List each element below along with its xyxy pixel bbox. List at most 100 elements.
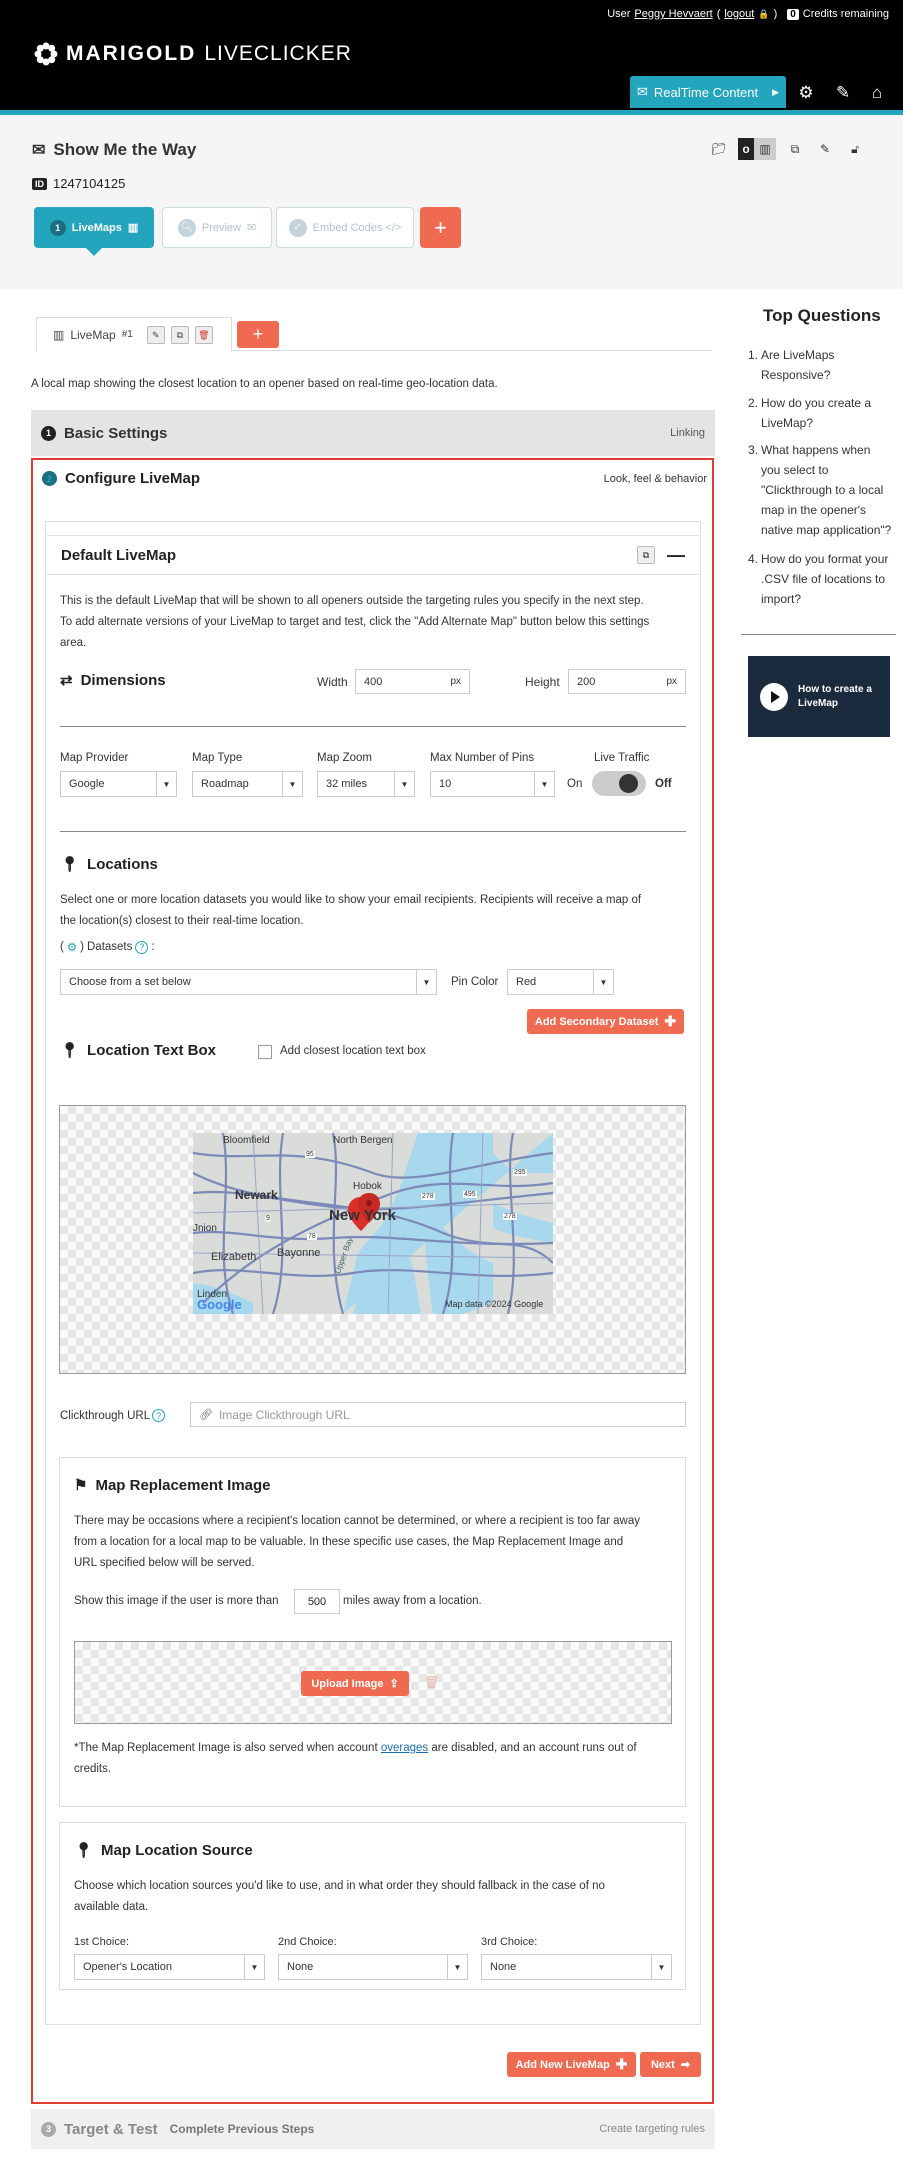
location-text-box-heading: 📍︎ Location Text Box [60,1041,216,1060]
width-value: 400 [364,675,383,688]
step-embed-codes[interactable]: ✓ Embed Codes </> [276,207,414,248]
faq-item[interactable]: 3. What happens when you select to "Clickt… [748,440,898,540]
logo: MARIGOLD LIVECLICKER [34,42,352,66]
section-target-test[interactable]: 3 Target & Test Complete Previous Steps Cr… [31,2109,715,2149]
logout-link[interactable]: logout [724,8,754,20]
map-zoom-value: 32 miles [326,778,367,790]
video-title: How to create a [798,683,872,695]
desc-line: URL specified below will be served. [74,1557,255,1569]
realtime-content-button[interactable]: ✉ RealTime Content ▶ [630,76,786,108]
intro-line: To add alternate versions of your LiveMa… [60,616,650,628]
section-basic-settings[interactable]: 1 Basic Settings Linking [31,410,715,456]
outline-toggle[interactable]: o [738,138,754,160]
home-icon[interactable]: ⌂ [866,82,888,104]
faq-item[interactable]: 4. How do you format your .CSV file of lo… [748,549,898,609]
help-icon[interactable]: ? [135,940,149,954]
folder-icon[interactable]: 📁︎ [708,138,730,160]
third-choice-label: 3rd Choice: [481,1936,538,1948]
default-livemap-header: Default LiveMap ⧉ — [47,535,699,575]
plus-icon: ✚ [615,2056,628,2072]
stats-icon[interactable]: ▥ [754,138,776,160]
max-pins-select[interactable]: 10 ▼ [430,771,555,797]
upload-label: Upload Image [311,1677,384,1690]
add-secondary-dataset-button[interactable]: Add Secondary Dataset ✚ [527,1009,684,1034]
divider [60,831,686,832]
caret-down-icon: ▼ [282,772,302,796]
clickthrough-url-input[interactable]: 🔗︎ Image Clickthrough URL [190,1402,686,1427]
route-shield: 495 [463,1191,477,1198]
trash-icon[interactable]: 🗑︎ [424,1675,439,1689]
step-preview[interactable]: 🔍︎ Preview ✉ [162,207,272,248]
pin-color-select[interactable]: Red ▼ [507,969,614,995]
add-new-livemap-button[interactable]: Add New LiveMap ✚ [507,2052,636,2077]
collapse-icon[interactable]: — [667,545,685,566]
gear-icon[interactable]: ⚙ [795,82,817,104]
width-label: Width [317,675,348,689]
map-preview: Bloomfield North Bergen Newark Hobok New… [59,1105,686,1374]
add-tab-button[interactable]: + [237,321,279,348]
note-line: *The Map Replacement Image is also serve… [74,1738,637,1759]
faq-item[interactable]: 2. How do you create a LiveMap? [748,393,898,433]
upload-image-button[interactable]: Upload Image ⇪ [301,1671,409,1696]
step-livemaps[interactable]: 1 LiveMaps ▥ [34,207,154,248]
caret-down-icon: ▼ [651,1955,671,1979]
edit-icon[interactable]: ✎ [814,138,836,160]
overages-link[interactable]: overages [381,1742,428,1754]
intro-line: This is the default LiveMap that will be… [60,595,644,607]
replacement-image-dropzone[interactable]: Upload Image ⇪ 🗑︎ [74,1641,672,1724]
campaign-id-value: 1247104125 [53,176,126,191]
replacement-description: There may be occasions where a recipient… [74,1511,640,1574]
route-shield: 9 [265,1215,271,1222]
map-label: New York [329,1207,396,1224]
map-label: Newark [235,1188,278,1202]
tab-livemap-1[interactable]: ▥ LiveMap #1 ✎ ⧉ 🗑︎ [36,317,232,352]
map-label: Elizabeth [211,1251,257,1263]
copy-icon[interactable]: ⧉ [637,546,655,564]
edit-icon[interactable]: ✎ [146,325,165,344]
third-choice-select[interactable]: None ▼ [481,1954,672,1980]
closest-location-label: Add closest location text box [280,1045,426,1057]
step-preview-label: Preview [201,221,241,234]
section-configure-livemap[interactable]: 2 Configure LiveMap Look, feel & behavior [42,470,707,487]
dataset-select[interactable]: Choose from a set below ▼ [60,969,437,995]
page-description: A local map showing the closest location… [31,378,498,390]
video-thumbnail[interactable]: How to create a LiveMap [748,656,890,737]
plug-icon[interactable]: ✎ [832,82,854,104]
upload-icon: ⇪ [389,1678,399,1690]
help-icon[interactable]: ? [152,1409,166,1422]
locations-description: Select one or more location datasets you… [60,890,641,932]
closest-location-checkbox[interactable] [258,1045,272,1059]
copy-icon[interactable]: ⧉ [784,138,806,160]
second-choice-select[interactable]: None ▼ [278,1954,468,1980]
map-label: Hobok [353,1181,382,1192]
miles-input[interactable]: 500 [294,1589,340,1614]
next-button[interactable]: Next ➡ [640,2052,701,2077]
width-unit: px [450,676,461,687]
user-name-link[interactable]: Peggy Hevvaert [634,8,712,20]
unlock-icon[interactable]: 🔓︎ [844,138,866,160]
map-marker-icon: 📍︎ [74,1842,94,1859]
map-zoom-select[interactable]: 32 miles ▼ [317,771,415,797]
note-text: *The Map Replacement Image is also serve… [74,1742,378,1754]
faq-text: native map application"? [761,523,892,537]
caret-right-icon: ▶ [772,86,780,97]
page-title-text: Show Me the Way [53,140,197,159]
route-shield: 78 [307,1233,317,1240]
add-step-button[interactable]: + [420,207,461,248]
first-choice-select[interactable]: Opener's Location ▼ [74,1954,265,1980]
width-input[interactable]: 400 px [355,669,470,694]
faq-text: import? [761,592,802,606]
faq-text: .CSV file of locations to [761,572,886,586]
map-type-select[interactable]: Roadmap ▼ [192,771,303,797]
show-image-suffix: miles away from a location. [343,1595,482,1607]
map-provider-select[interactable]: Google ▼ [60,771,177,797]
height-value: 200 [577,675,596,688]
copy-icon[interactable]: ⧉ [170,325,189,344]
trash-icon[interactable]: 🗑︎ [194,325,213,344]
map-attribution: Map data ©2024 Google [445,1299,544,1309]
live-traffic-toggle[interactable] [592,771,646,796]
height-input[interactable]: 200 px [568,669,686,694]
faq-item[interactable]: 1. Are LiveMaps Responsive? [748,345,898,385]
gear-icon[interactable]: ⚙ [67,940,77,954]
arrows-icon: ⇄ [60,672,73,689]
